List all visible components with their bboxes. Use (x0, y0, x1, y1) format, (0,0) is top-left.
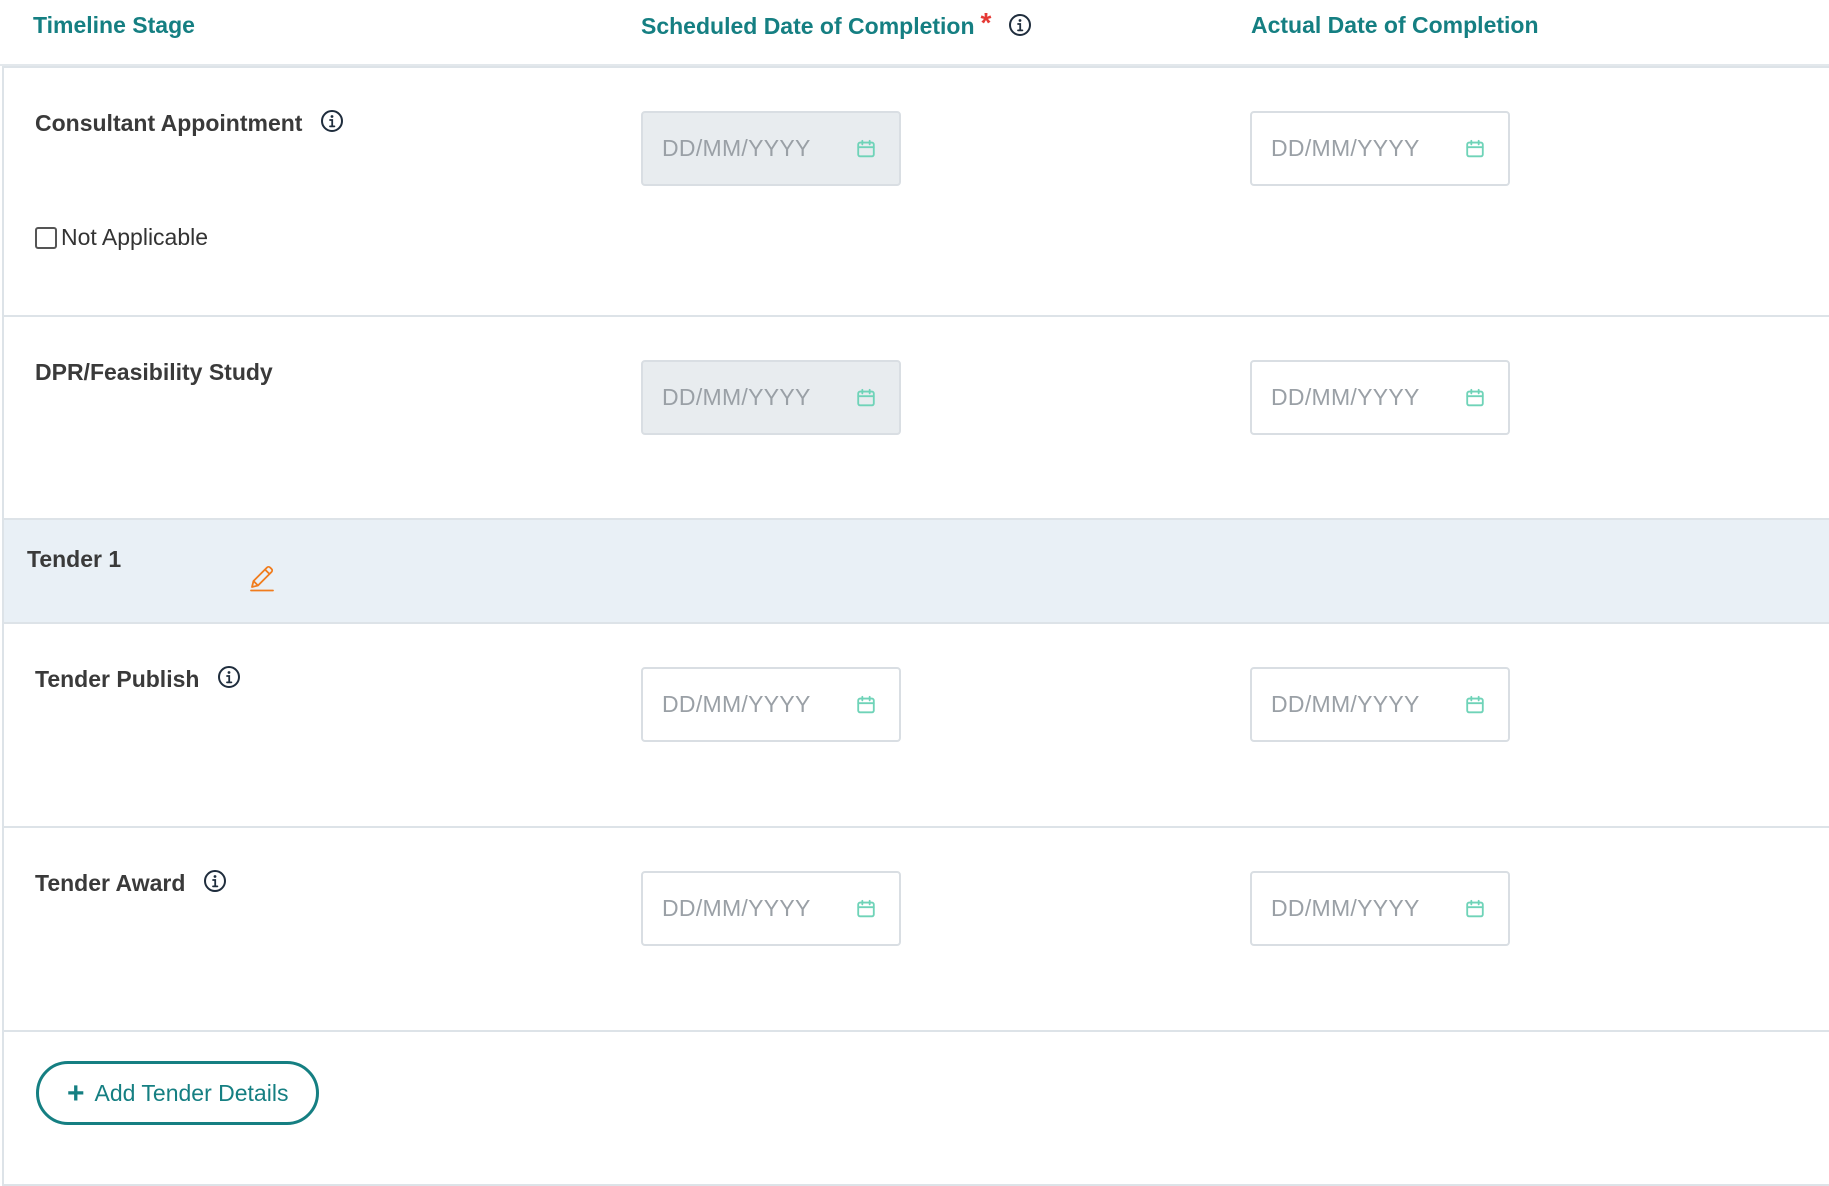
scheduled-date-input: DD/MM/YYYY (641, 111, 901, 186)
scheduled-date-input[interactable]: DD/MM/YYYY (641, 871, 901, 946)
not-applicable-option[interactable]: Not Applicable (35, 224, 208, 251)
not-applicable-checkbox[interactable] (35, 226, 57, 249)
actual-date-input[interactable]: DD/MM/YYYY (1250, 360, 1510, 435)
actual-date-input[interactable]: DD/MM/YYYY (1250, 111, 1510, 186)
table-row-dpr-feasibility-study: DPR/Feasibility Study DD/MM/YYYY DD/MM/Y… (2, 317, 1829, 520)
stage-name: Tender Publish (35, 665, 241, 693)
plus-icon: + (67, 1077, 85, 1110)
stage-name: DPR/Feasibility Study (35, 359, 273, 386)
calendar-icon (855, 387, 877, 409)
actual-date-input[interactable]: DD/MM/YYYY (1250, 667, 1510, 742)
date-placeholder: DD/MM/YYYY (1271, 384, 1420, 410)
header-timeline-stage-label: Timeline Stage (33, 12, 195, 38)
stage-label: DPR/Feasibility Study (35, 359, 273, 385)
table-row-consultant-appointment: Consultant Appointment DD/MM/YYYY DD/MM/… (2, 66, 1829, 317)
date-placeholder: DD/MM/YYYY (662, 895, 811, 921)
date-placeholder: DD/MM/YYYY (1271, 135, 1420, 161)
add-tender-details-label: Add Tender Details (94, 1079, 289, 1106)
stage-name: Tender Award (35, 869, 227, 897)
info-icon[interactable] (320, 109, 344, 133)
header-timeline-stage: Timeline Stage (0, 0, 612, 66)
date-placeholder: DD/MM/YYYY (1271, 895, 1420, 921)
calendar-icon[interactable] (855, 694, 877, 716)
tender-title: Tender 1 (27, 546, 122, 572)
calendar-icon[interactable] (855, 898, 877, 920)
header-scheduled-date: Scheduled Date of Completion * (612, 0, 1222, 66)
calendar-icon[interactable] (1464, 387, 1486, 409)
calendar-icon[interactable] (1464, 138, 1486, 160)
stage-label: Tender Award (35, 870, 186, 896)
header-scheduled-date-label: Scheduled Date of Completion (641, 13, 975, 39)
scheduled-date-input: DD/MM/YYYY (641, 360, 901, 435)
info-icon[interactable] (203, 869, 227, 893)
date-placeholder: DD/MM/YYYY (662, 691, 811, 717)
tender-section-header: Tender 1 (2, 520, 1829, 624)
table-header: Timeline Stage Scheduled Date of Complet… (0, 0, 1829, 66)
date-placeholder: DD/MM/YYYY (1271, 691, 1420, 717)
calendar-icon[interactable] (1464, 898, 1486, 920)
calendar-icon[interactable] (1464, 694, 1486, 716)
date-placeholder: DD/MM/YYYY (662, 135, 811, 161)
not-applicable-label: Not Applicable (61, 224, 209, 250)
add-tender-row: + Add Tender Details (2, 1032, 1829, 1186)
info-icon[interactable] (217, 665, 241, 689)
table-row-tender-publish: Tender Publish DD/MM/YYYY DD/MM/YYYY (2, 624, 1829, 828)
header-actual-date-label: Actual Date of Completion (1251, 12, 1539, 38)
calendar-icon (855, 138, 877, 160)
date-placeholder: DD/MM/YYYY (662, 384, 811, 410)
add-tender-details-button[interactable]: + Add Tender Details (36, 1061, 320, 1125)
header-actual-date: Actual Date of Completion (1222, 0, 1829, 66)
stage-label: Tender Publish (35, 666, 200, 692)
info-icon[interactable] (1008, 13, 1032, 37)
actual-date-input[interactable]: DD/MM/YYYY (1250, 871, 1510, 946)
required-asterisk: * (980, 7, 992, 38)
scheduled-date-input[interactable]: DD/MM/YYYY (641, 667, 901, 742)
table-row-tender-award: Tender Award DD/MM/YYYY DD/MM/YYYY (2, 828, 1829, 1032)
stage-label: Consultant Appointment (35, 110, 303, 136)
pencil-edit-icon[interactable] (246, 562, 278, 594)
stage-name: Consultant Appointment (35, 109, 344, 137)
